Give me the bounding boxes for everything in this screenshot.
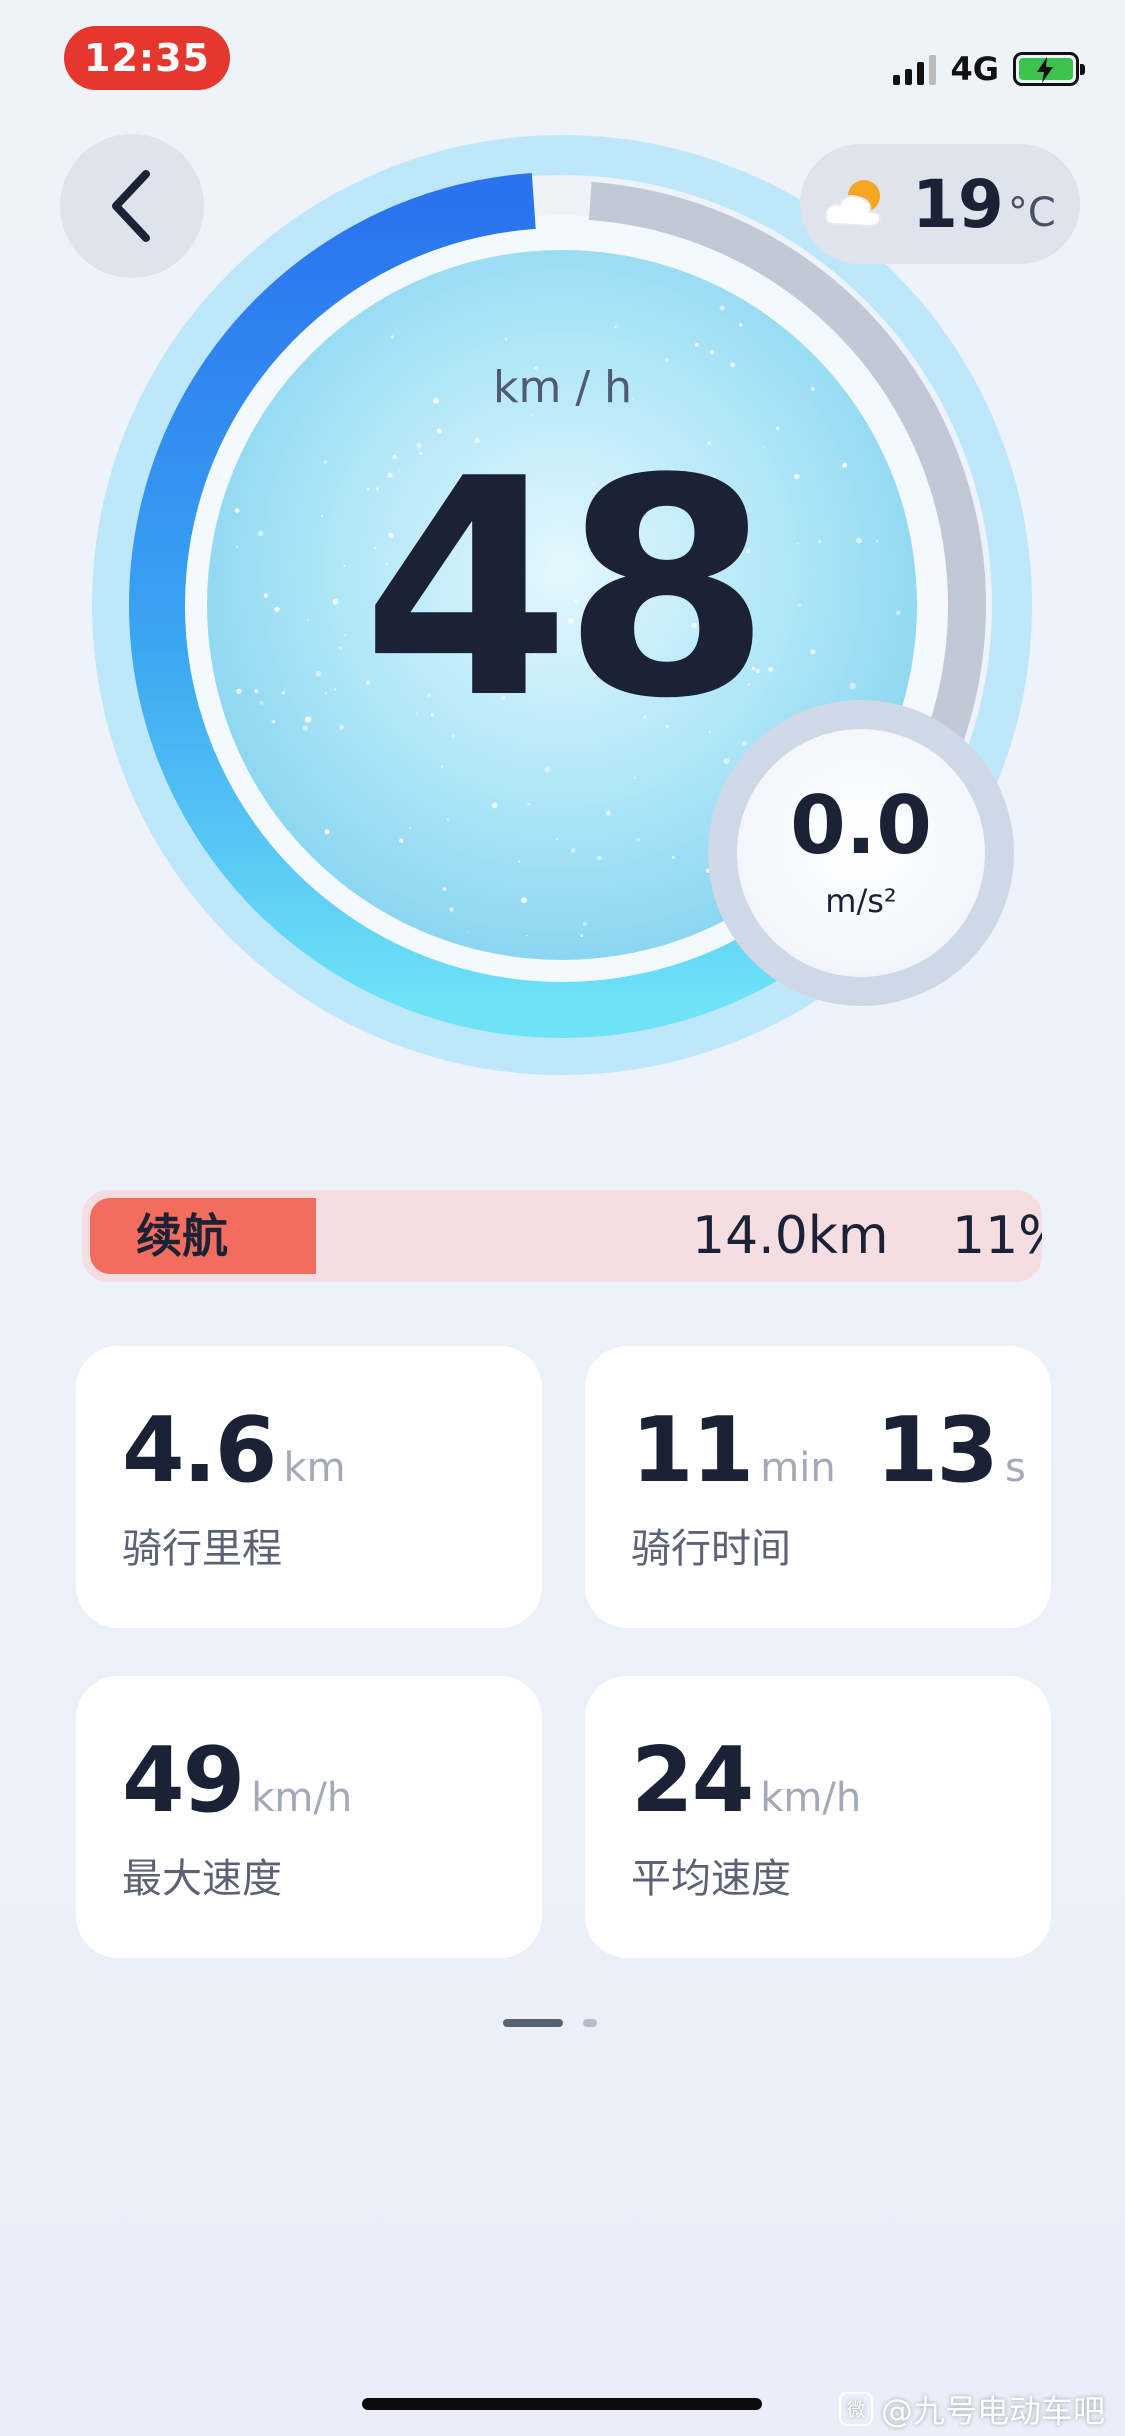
avg-speed-label: 平均速度 bbox=[631, 1856, 791, 1902]
battery-percent: 11% bbox=[952, 1206, 1042, 1266]
max-speed-label: 最大速度 bbox=[122, 1856, 282, 1902]
weibo-logo-icon: 微 bbox=[838, 2392, 873, 2426]
sparkle bbox=[518, 860, 521, 863]
sparkle bbox=[555, 838, 558, 841]
sparkle bbox=[324, 829, 330, 835]
sparkle bbox=[671, 855, 675, 859]
watermark-text: @九号电动车吧 bbox=[880, 2392, 1105, 2430]
ride-distance-unit: km bbox=[283, 1445, 346, 1491]
ride-distance-label: 骑行里程 bbox=[122, 1526, 282, 1572]
ride-distance-card: 4.6 km 骑行里程 bbox=[76, 1346, 542, 1628]
ride-time-minutes-unit: min bbox=[760, 1445, 836, 1491]
sparkle bbox=[775, 426, 780, 430]
page-dot[interactable] bbox=[583, 2019, 597, 2027]
max-speed-card: 49 km/h 最大速度 bbox=[76, 1676, 542, 1958]
sparkle bbox=[446, 818, 449, 821]
sparkle bbox=[441, 765, 444, 768]
sparkle bbox=[491, 802, 498, 809]
page-dot-active[interactable] bbox=[503, 2019, 563, 2027]
avg-speed-unit: km/h bbox=[760, 1775, 862, 1821]
partly-cloudy-icon bbox=[824, 180, 882, 228]
sparkle bbox=[582, 921, 587, 926]
sparkle bbox=[391, 335, 395, 339]
ride-time-minutes: 11 bbox=[631, 1398, 754, 1503]
sparkle bbox=[571, 848, 576, 853]
sparkle bbox=[521, 897, 527, 904]
sparkle bbox=[613, 325, 617, 329]
acceleration-value: 0.0 bbox=[790, 779, 932, 872]
sparkle bbox=[449, 907, 454, 912]
ride-time-card: 11 min 13 s 骑行时间 bbox=[585, 1346, 1051, 1628]
sparkle bbox=[709, 349, 715, 355]
watermark: 微 @九号电动车吧 bbox=[838, 2386, 1105, 2432]
ride-distance-value: 4.6 bbox=[122, 1398, 277, 1503]
avg-speed-card: 24 km/h 平均速度 bbox=[585, 1676, 1051, 1958]
page-indicator[interactable] bbox=[503, 2019, 597, 2027]
sparkle bbox=[442, 887, 447, 891]
speed-unit: km / h bbox=[492, 362, 633, 413]
sparkle bbox=[719, 305, 725, 311]
sparkle bbox=[605, 810, 611, 816]
sparkle bbox=[544, 767, 551, 773]
range-distance: 14.0km bbox=[692, 1206, 889, 1266]
ride-time-seconds-unit: s bbox=[1004, 1445, 1026, 1491]
sparkle bbox=[409, 827, 412, 830]
sparkle bbox=[527, 802, 531, 806]
max-speed-unit: km/h bbox=[251, 1775, 353, 1821]
avg-speed-value: 24 bbox=[631, 1728, 754, 1833]
ride-time-label: 骑行时间 bbox=[631, 1526, 791, 1572]
temperature-unit: °C bbox=[1007, 190, 1056, 236]
sparkle bbox=[597, 855, 602, 861]
max-speed-value: 49 bbox=[122, 1728, 245, 1833]
sparkle bbox=[504, 337, 508, 341]
sparkle bbox=[634, 776, 636, 779]
chevron-left-icon bbox=[112, 170, 150, 242]
sparkle bbox=[694, 342, 699, 347]
sparkle bbox=[526, 934, 528, 937]
speed-value: 48 bbox=[361, 415, 771, 764]
temperature-value: 19 bbox=[912, 165, 1004, 243]
acceleration-dial: 0.0 m/s² bbox=[708, 700, 1014, 1006]
back-button[interactable] bbox=[60, 134, 204, 278]
home-indicator[interactable] bbox=[362, 2398, 762, 2410]
acceleration-unit: m/s² bbox=[825, 882, 897, 920]
sparkle bbox=[636, 838, 640, 842]
range-bar: 续航 14.0km 11% bbox=[82, 1190, 1042, 1282]
sparkle bbox=[580, 934, 584, 937]
weather-widget[interactable]: 19 °C bbox=[800, 144, 1080, 264]
ride-time-seconds: 13 bbox=[875, 1398, 999, 1503]
sparkle bbox=[738, 323, 743, 327]
range-label: 续航 bbox=[136, 1209, 228, 1263]
sparkle bbox=[467, 930, 470, 933]
sparkle bbox=[399, 838, 404, 843]
